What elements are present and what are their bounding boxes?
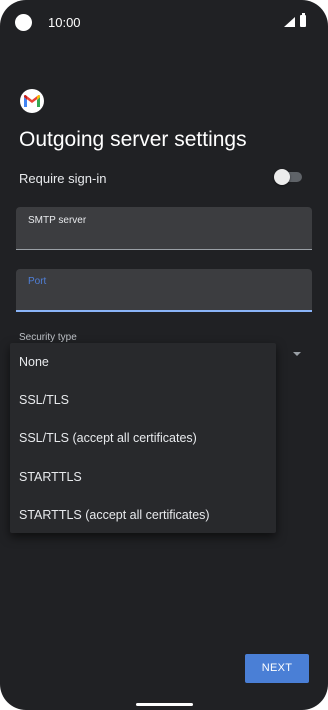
page-title: Outgoing server settings (19, 128, 247, 151)
require-signin-label: Require sign-in (19, 171, 107, 186)
toggle-thumb (274, 169, 290, 185)
menu-item-none[interactable]: None (19, 355, 49, 369)
security-type-label: Security type (19, 332, 77, 343)
security-type-menu: None SSL/TLS SSL/TLS (accept all certifi… (10, 343, 276, 533)
battery-icon (300, 13, 306, 27)
port-field[interactable]: Port (16, 269, 312, 312)
phone-screen: 10:00 Outgoing server settings Require s… (0, 0, 328, 710)
home-indicator[interactable] (136, 703, 193, 706)
status-time: 10:00 (48, 15, 81, 30)
status-bar: 10:00 (0, 0, 328, 44)
next-button[interactable]: NEXT (245, 654, 309, 683)
camera-icon (15, 14, 32, 31)
smtp-server-label: SMTP server (28, 215, 87, 226)
smtp-server-field[interactable]: SMTP server (16, 207, 312, 250)
menu-item-ssl-tls[interactable]: SSL/TLS (19, 393, 69, 407)
menu-item-starttls[interactable]: STARTTLS (19, 470, 82, 484)
menu-item-starttls-accept-all[interactable]: STARTTLS (accept all certificates) (19, 508, 210, 522)
menu-item-ssl-tls-accept-all[interactable]: SSL/TLS (accept all certificates) (19, 431, 197, 445)
dropdown-arrow-icon[interactable] (293, 352, 301, 356)
signal-icon (284, 17, 295, 27)
port-label: Port (28, 276, 47, 287)
require-signin-toggle[interactable] (274, 169, 302, 185)
gmail-icon (20, 89, 44, 113)
